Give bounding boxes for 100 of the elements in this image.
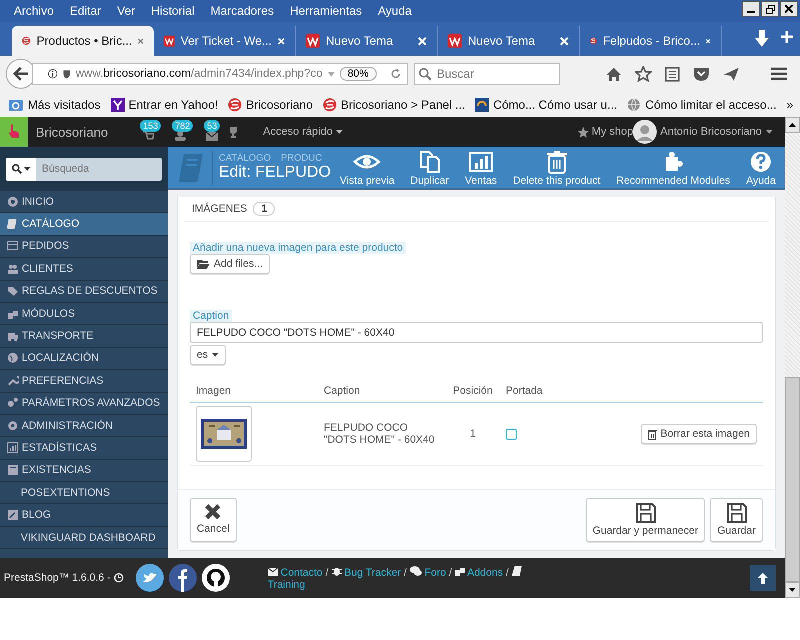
menu-icon[interactable]: [770, 67, 788, 81]
toolbar-button[interactable]: Duplicar: [406, 148, 454, 186]
zoom-button[interactable]: 80%: [340, 67, 377, 81]
save-button[interactable]: Guardar: [710, 498, 763, 542]
sidebar-item[interactable]: EXISTENCIAS: [0, 460, 168, 482]
footer-link[interactable]: Training: [268, 578, 306, 590]
twitter-icon[interactable]: [136, 564, 164, 592]
github-icon[interactable]: [202, 564, 230, 592]
truck-icon: [7, 330, 19, 342]
delete-image-button[interactable]: Borrar esta imagen: [640, 424, 757, 444]
minimize-button[interactable]: [742, 1, 760, 17]
search-field[interactable]: Buscar: [414, 63, 560, 85]
toolbar-button[interactable]: Ayuda: [741, 148, 781, 186]
sidebar-item[interactable]: TRANSPORTE: [0, 325, 168, 348]
menu-item[interactable]: Ver: [109, 4, 144, 18]
address-field[interactable]: www.bricosoriano.com/admin7434/index.php?co 80%: [32, 63, 408, 85]
user-menu[interactable]: Antonio Bricosoriano: [660, 126, 773, 138]
footer-link[interactable]: Bug Tracker: [344, 566, 402, 578]
user-icon[interactable]: [174, 131, 186, 141]
sidebar-item[interactable]: LOCALIZACIÓN: [0, 348, 168, 370]
caret-icon: [336, 130, 343, 134]
sidebar-item[interactable]: CATÁLOGO: [0, 213, 168, 236]
sidebar-item[interactable]: REGLAS DE DESCUENTOS: [0, 280, 168, 303]
menu-item[interactable]: Ayuda: [370, 4, 420, 18]
pencil-icon: [7, 509, 19, 522]
menu-item[interactable]: Historial: [143, 4, 203, 18]
gears-icon: [7, 397, 19, 410]
save-and-stay-button[interactable]: Guardar y permanecer: [586, 498, 706, 542]
field-label: Caption: [190, 310, 232, 322]
menu-item[interactable]: Herramientas: [282, 4, 370, 18]
language-dropdown[interactable]: es: [190, 345, 226, 365]
cover-checkbox[interactable]: [506, 428, 517, 440]
search-scope-button[interactable]: [6, 158, 36, 180]
separator: /: [449, 566, 452, 578]
sidebar-item[interactable]: ESTADÍSTICAS: [0, 437, 168, 460]
field-label: Añadir una nueva imagen para este producto: [190, 242, 406, 254]
footer-link[interactable]: Foro: [424, 566, 446, 578]
home-icon[interactable]: [606, 66, 622, 82]
trophy-icon[interactable]: [228, 126, 240, 138]
bookmark[interactable]: Bricosoriano: [228, 98, 314, 112]
menu-item[interactable]: Marcadores: [202, 4, 282, 18]
paper-plane-icon[interactable]: [723, 66, 740, 82]
back-to-top-button[interactable]: [750, 565, 776, 591]
close-icon[interactable]: [138, 36, 144, 46]
sidebar-item[interactable]: BLOG: [0, 504, 168, 527]
zigzag-logo-icon: [448, 34, 462, 48]
gear-icon: [7, 420, 19, 432]
star-icon[interactable]: [635, 66, 652, 82]
clipboard-icon[interactable]: [665, 66, 680, 82]
caret-icon: [766, 130, 773, 134]
facebook-icon[interactable]: [168, 564, 197, 592]
footer-link[interactable]: Contacto: [280, 566, 323, 578]
bookmark[interactable]: Cómo... Cómo usar u...: [475, 98, 618, 112]
folder-icon: [197, 259, 210, 269]
toolbar-button[interactable]: Recommended Modules: [612, 148, 736, 186]
back-arrow-icon: [13, 67, 29, 81]
close-icon[interactable]: [706, 36, 711, 46]
column-header: Caption: [318, 381, 446, 402]
close-icon: [785, 5, 793, 13]
table-cell: 1: [470, 428, 476, 440]
browser-tab[interactable]: Productos • Bric...: [12, 26, 154, 56]
toolbar-button[interactable]: Delete this product: [508, 148, 606, 186]
box-icon: [7, 464, 19, 476]
version-text: PrestaShop™ 1.6.0.6 -: [0, 572, 124, 584]
scrollbar[interactable]: [785, 117, 800, 598]
bookmark[interactable]: Cómo limitar el acceso...: [627, 98, 777, 112]
pocket-icon[interactable]: [693, 66, 710, 82]
envelope-icon[interactable]: [206, 132, 218, 141]
close-button[interactable]: [780, 1, 798, 17]
bookmark[interactable]: Entrar en Yahoo!: [110, 98, 218, 112]
menu-item[interactable]: Archivo: [6, 4, 62, 18]
new-tab-icon[interactable]: [780, 30, 794, 44]
shop-name[interactable]: Bricosoriano: [36, 124, 108, 140]
swirl-icon: [22, 34, 31, 48]
reload-icon[interactable]: [391, 67, 402, 81]
toolbar-button[interactable]: Vista previa: [335, 148, 400, 186]
star-icon: [578, 126, 589, 138]
sidebar-item[interactable]: MÓDULOS: [0, 302, 168, 326]
caption-field[interactable]: FELPUDO COCO "DOTS HOME" - 60X40: [190, 322, 763, 343]
add-files-button[interactable]: Add files...: [190, 254, 270, 274]
restore-icon: [766, 4, 774, 14]
download-icon[interactable]: [754, 30, 770, 48]
sidebar-item[interactable]: CLIENTES: [0, 258, 168, 281]
sidebar-item[interactable]: PARÁMETROS AVANZADOS: [0, 392, 168, 415]
quick-access-menu[interactable]: Acceso rápido: [263, 126, 343, 138]
more-bookmarks-button[interactable]: »: [786, 98, 794, 112]
search-field[interactable]: Búsqueda: [36, 158, 162, 180]
bookmark[interactable]: Bricosoriano > Panel ...: [323, 98, 466, 112]
footer-link[interactable]: Addons: [467, 566, 504, 578]
my-shop-link[interactable]: My shop: [578, 126, 634, 138]
toolbar-button[interactable]: Ventas: [460, 148, 502, 186]
hand-pointer-icon: [8, 124, 20, 140]
sidebar-item[interactable]: ADMINISTRACIÓN: [0, 414, 168, 438]
bookmark[interactable]: Más visitados: [8, 98, 101, 112]
cancel-button[interactable]: Cancel: [190, 498, 237, 542]
book-icon: [176, 152, 206, 184]
cart-icon[interactable]: [142, 131, 154, 141]
menu-item[interactable]: Editar: [62, 4, 110, 18]
sidebar-item[interactable]: PEDIDOS: [0, 236, 168, 258]
restore-button[interactable]: [761, 1, 779, 17]
